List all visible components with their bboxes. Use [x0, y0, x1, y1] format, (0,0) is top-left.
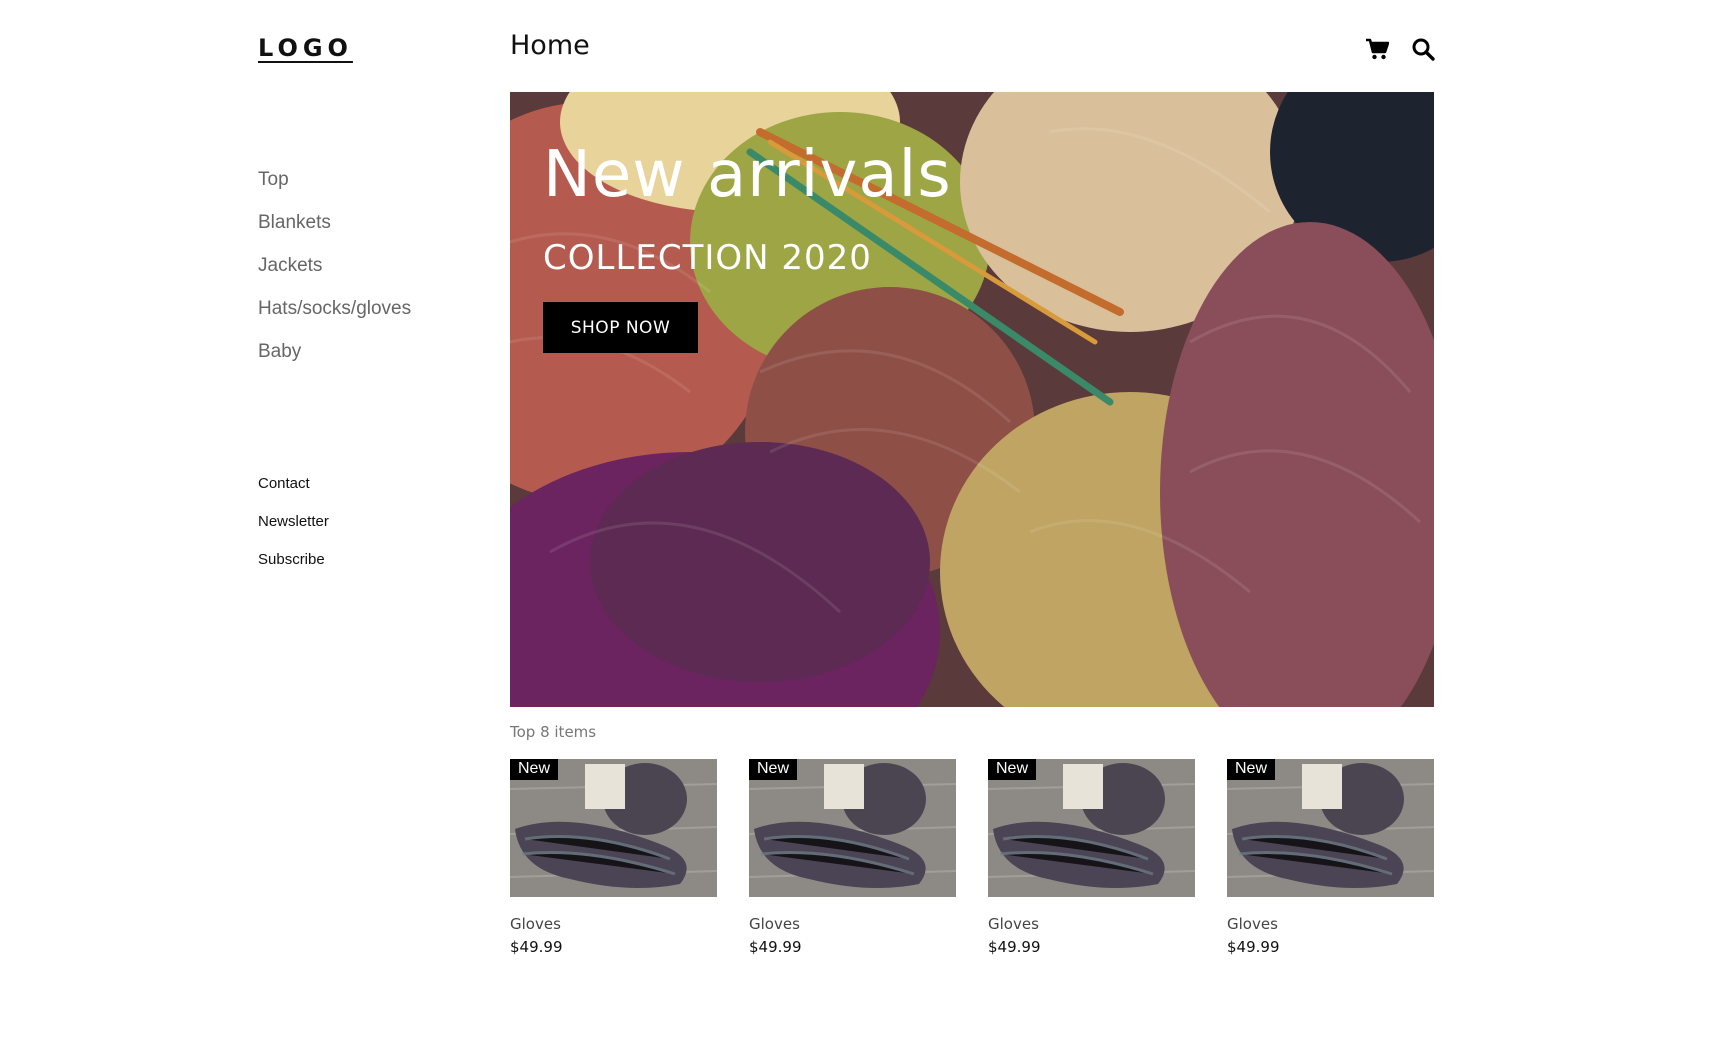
search-icon[interactable]: [1410, 36, 1436, 62]
product-price: $49.99: [988, 938, 1041, 956]
header-actions: [1364, 36, 1436, 62]
sidebar-item-baby[interactable]: Baby: [258, 337, 498, 380]
product-price: $49.99: [749, 938, 802, 956]
new-badge: New: [1227, 759, 1276, 780]
sidebar: Top Blankets Jackets Hats/socks/gloves B…: [258, 165, 498, 586]
newsletter-link[interactable]: Newsletter: [258, 510, 498, 548]
logo[interactable]: LOGO: [258, 34, 353, 62]
product-name[interactable]: Gloves: [510, 915, 717, 933]
new-badge: New: [749, 759, 798, 780]
product-name[interactable]: Gloves: [1227, 915, 1434, 933]
sidebar-item-hats-socks-gloves[interactable]: Hats/socks/gloves: [258, 294, 498, 337]
hero-subtitle: COLLECTION 2020: [543, 238, 872, 278]
shop-now-button[interactable]: SHOP NOW: [543, 302, 698, 353]
subscribe-link[interactable]: Subscribe: [258, 548, 498, 586]
sidebar-item-top[interactable]: Top: [258, 165, 498, 208]
product-card[interactable]: New Gloves $49.99: [988, 759, 1195, 956]
product-card[interactable]: New Gloves $49.99: [749, 759, 956, 956]
product-price: $49.99: [510, 938, 563, 956]
new-badge: New: [988, 759, 1037, 780]
product-image[interactable]: New: [1227, 759, 1434, 897]
hero-title: New arrivals: [543, 138, 952, 212]
product-price: $49.99: [1227, 938, 1280, 956]
product-image[interactable]: New: [988, 759, 1195, 897]
new-badge: New: [510, 759, 559, 780]
cart-icon[interactable]: [1364, 36, 1390, 62]
hero-banner: New arrivals COLLECTION 2020 SHOP NOW: [510, 92, 1434, 707]
sidebar-item-jackets[interactable]: Jackets: [258, 251, 498, 294]
product-name[interactable]: Gloves: [988, 915, 1195, 933]
sidebar-item-blankets[interactable]: Blankets: [258, 208, 498, 251]
product-image[interactable]: New: [510, 759, 717, 897]
page-title: Home: [510, 30, 590, 61]
top-items-heading: Top 8 items: [510, 723, 597, 741]
product-card[interactable]: New Gloves $49.99: [510, 759, 717, 956]
product-image[interactable]: New: [749, 759, 956, 897]
secondary-links: Contact Newsletter Subscribe: [258, 472, 498, 586]
contact-link[interactable]: Contact: [258, 472, 498, 510]
category-list: Top Blankets Jackets Hats/socks/gloves B…: [258, 165, 498, 380]
product-name[interactable]: Gloves: [749, 915, 956, 933]
product-card[interactable]: New Gloves $49.99: [1227, 759, 1434, 956]
